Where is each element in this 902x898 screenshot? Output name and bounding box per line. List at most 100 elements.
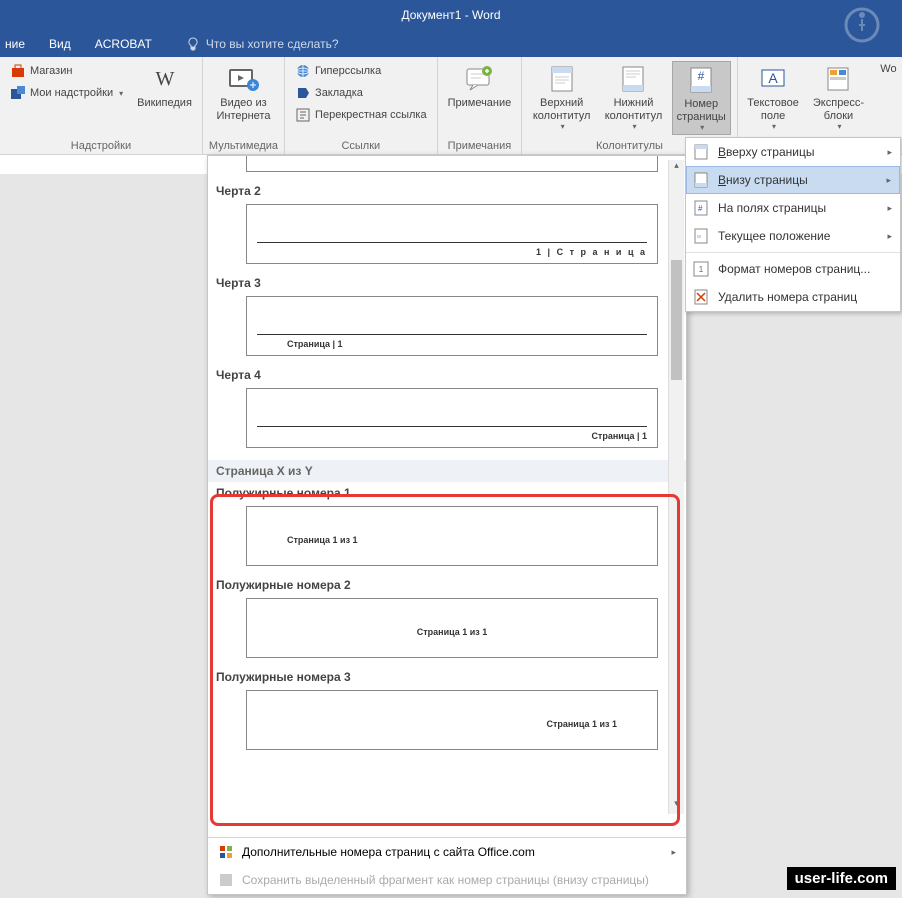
menu-top-of-page[interactable]: Вверху страницы ▸: [686, 138, 900, 166]
group-label: Ссылки: [341, 140, 380, 152]
page-number-menu: Вверху страницы ▸ Внизу страницы ▸ # На …: [685, 137, 901, 312]
office-icon: [218, 844, 234, 860]
gallery-item-title: Полужирные номера 1: [216, 486, 678, 500]
tab-bar: ние Вид ACROBAT Что вы хотите сделать?: [0, 30, 902, 57]
hyperlink-button[interactable]: Гиперссылка: [291, 61, 431, 81]
hyperlink-icon: [295, 63, 311, 79]
gallery-item-title: Черта 4: [216, 368, 678, 382]
addins-icon: [10, 85, 26, 101]
comment-icon: [463, 63, 495, 95]
footer-button[interactable]: Нижний колонтитул ▾: [601, 61, 666, 133]
gallery-preview[interactable]: Страница 1 из 1: [246, 598, 658, 658]
page-number-button[interactable]: # Номер страницы ▾: [672, 61, 731, 135]
quickparts-button[interactable]: Экспресс-блоки ▾: [809, 61, 869, 133]
crossref-icon: [295, 107, 311, 123]
wikipedia-icon: W: [149, 63, 181, 95]
page-bottom-icon: [692, 171, 710, 189]
ribbon-group-comments: Примечание Примечания: [438, 57, 523, 154]
group-label: Надстройки: [71, 140, 131, 152]
chevron-right-icon: ▸: [887, 231, 892, 242]
crossref-button[interactable]: Перекрестная ссылка: [291, 105, 431, 125]
remove-icon: [692, 288, 710, 306]
group-label: Мультимедиа: [209, 140, 278, 152]
online-video-button[interactable]: Видео из Интернета: [209, 61, 278, 124]
bookmark-icon: [295, 85, 311, 101]
page-number-icon: #: [685, 64, 717, 96]
help-icon: [842, 5, 882, 45]
gallery-footer: Дополнительные номера страниц с сайта Of…: [208, 837, 686, 894]
gallery-scrollbar[interactable]: ▴ ▾: [668, 160, 684, 814]
gallery-preview[interactable]: [246, 156, 658, 172]
menu-format-page-numbers[interactable]: 1 Формат номеров страниц...: [686, 255, 900, 283]
scrollbar-thumb[interactable]: [671, 260, 682, 380]
gallery-preview[interactable]: Страница 1 из 1: [246, 690, 658, 750]
store-button[interactable]: Магазин: [6, 61, 127, 81]
save-selection-button: Сохранить выделенный фрагмент как номер …: [208, 866, 686, 894]
chevron-down-icon: ▾: [700, 123, 704, 132]
bookmark-button[interactable]: Закладка: [291, 83, 431, 103]
scroll-down-icon[interactable]: ▾: [669, 798, 684, 814]
tell-me-placeholder: Что вы хотите сделать?: [206, 37, 339, 51]
watermark: user-life.com: [787, 867, 896, 890]
svg-text:#: #: [698, 204, 703, 213]
chevron-down-icon: ▾: [119, 89, 123, 98]
menu-current-position[interactable]: Текущее положение ▸: [686, 222, 900, 250]
chevron-down-icon: ▾: [561, 122, 565, 131]
menu-bottom-of-page[interactable]: Внизу страницы ▸: [686, 166, 900, 194]
format-icon: 1: [692, 260, 710, 278]
quickparts-icon: [822, 63, 854, 95]
gallery-preview[interactable]: Страница 1 из 1: [246, 506, 658, 566]
svg-text:A: A: [768, 70, 778, 86]
gallery-item-title: Полужирные номера 3: [216, 670, 678, 684]
page-top-icon: [692, 143, 710, 161]
tab-item[interactable]: ACROBAT: [95, 37, 152, 51]
svg-text:1: 1: [699, 265, 704, 274]
gallery-section-header: Страница X из Y: [208, 460, 686, 482]
menu-remove-page-numbers[interactable]: Удалить номера страниц: [686, 283, 900, 311]
header-button[interactable]: Верхний колонтитул ▾: [528, 61, 595, 133]
chevron-down-icon: ▾: [632, 122, 636, 131]
wikipedia-button[interactable]: W Википедия: [133, 61, 196, 112]
textbox-button[interactable]: A Текстовое поле ▾: [744, 61, 803, 133]
tab-item[interactable]: Вид: [49, 37, 71, 51]
gallery-preview[interactable]: Страница | 1: [246, 388, 658, 448]
gallery-scroll-area[interactable]: Черта 2 1 | С т р а н и ц а Черта 3 Стра…: [208, 156, 686, 837]
save-icon: [218, 872, 234, 888]
svg-text:W: W: [155, 68, 174, 90]
footer-icon: [617, 63, 649, 95]
gallery-item-title: Полужирные номера 2: [216, 578, 678, 592]
group-label: Колонтитулы: [596, 140, 663, 152]
header-icon: [546, 63, 578, 95]
chevron-right-icon: ▸: [887, 147, 892, 158]
menu-page-margins[interactable]: # На полях страницы ▸: [686, 194, 900, 222]
chevron-right-icon: ▸: [886, 175, 891, 186]
lightbulb-icon: [186, 37, 200, 51]
gallery-preview[interactable]: Страница | 1: [246, 296, 658, 356]
svg-text:#: #: [698, 69, 705, 83]
more-from-office-button[interactable]: Дополнительные номера страниц с сайта Of…: [208, 838, 686, 866]
video-icon: [227, 63, 259, 95]
ribbon-group-addins: Магазин Мои надстройки ▾ W Википедия Над…: [0, 57, 203, 154]
chevron-down-icon: ▾: [772, 122, 776, 131]
title-bar: Документ1 - Word: [0, 0, 902, 30]
chevron-down-icon: ▾: [837, 122, 841, 131]
textbox-icon: A: [757, 63, 789, 95]
gallery-item-title: Черта 2: [216, 184, 678, 198]
wordart-button[interactable]: Wo: [874, 61, 902, 78]
group-label: Примечания: [448, 140, 512, 152]
ribbon-group-media: Видео из Интернета Мультимедиа: [203, 57, 285, 154]
page-number-gallery: Черта 2 1 | С т р а н и ц а Черта 3 Стра…: [207, 155, 687, 895]
menu-separator: [686, 252, 900, 253]
tab-item[interactable]: ние: [5, 37, 25, 51]
chevron-right-icon: ▸: [671, 847, 676, 858]
page-margins-icon: #: [692, 199, 710, 217]
gallery-preview[interactable]: 1 | С т р а н и ц а: [246, 204, 658, 264]
chevron-right-icon: ▸: [887, 203, 892, 214]
my-addins-button[interactable]: Мои надстройки ▾: [6, 83, 127, 103]
tell-me-search[interactable]: Что вы хотите сделать?: [186, 37, 339, 51]
gallery-item-title: Черта 3: [216, 276, 678, 290]
store-icon: [10, 63, 26, 79]
comment-button[interactable]: Примечание: [444, 61, 516, 112]
current-position-icon: [692, 227, 710, 245]
scroll-up-icon[interactable]: ▴: [669, 160, 684, 176]
